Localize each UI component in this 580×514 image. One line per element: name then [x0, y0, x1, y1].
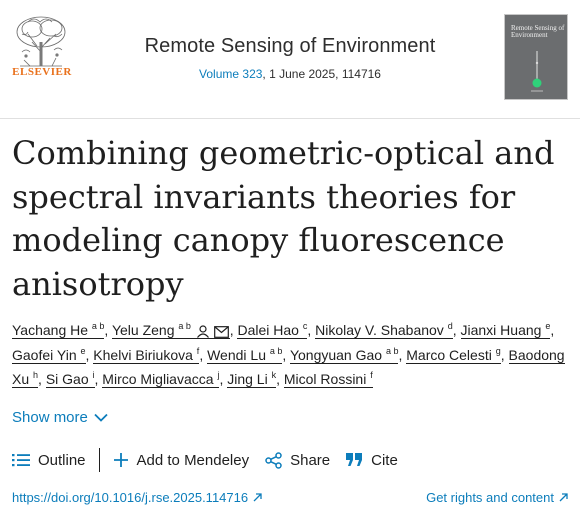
- external-link-icon: [559, 493, 568, 502]
- author-link[interactable]: Marco Celesti g: [406, 347, 501, 365]
- author-link[interactable]: Yachang He a b: [12, 322, 105, 339]
- show-more-button[interactable]: Show more: [12, 409, 108, 426]
- rights-and-content-link[interactable]: Get rights and content: [426, 490, 568, 505]
- volume-link[interactable]: Volume 323: [199, 67, 262, 81]
- journal-issue-info: Volume 323, 1 June 2025, 114716: [0, 67, 580, 81]
- rights-text: Get rights and content: [426, 490, 554, 505]
- article-title: Combining geometric-optical and spectral…: [12, 134, 555, 303]
- quote-icon: [346, 453, 363, 466]
- chevron-down-icon: [94, 413, 108, 422]
- cover-title: Remote Sensing of Environment: [511, 24, 565, 39]
- author-link[interactable]: Wendi Lu a b: [207, 347, 283, 365]
- cite-button[interactable]: Cite: [346, 452, 398, 469]
- outline-button[interactable]: Outline: [12, 452, 86, 469]
- author-link[interactable]: Yelu Zeng a b: [111, 322, 230, 339]
- plus-icon: [113, 453, 128, 467]
- author-link[interactable]: Dalei Hao c: [237, 322, 308, 339]
- author-link[interactable]: Si Gao i: [45, 371, 95, 389]
- share-icon: [265, 451, 282, 469]
- add-to-mendeley-button[interactable]: Add to Mendeley: [113, 451, 250, 469]
- toolbar-divider: [98, 448, 100, 472]
- cite-label: Cite: [371, 451, 398, 469]
- person-icon: [196, 325, 209, 339]
- list-icon: [12, 454, 30, 467]
- author-link[interactable]: Khelvi Biriukova f: [93, 347, 200, 365]
- author-list: Yachang He a b, Yelu Zeng a b , Dalei Ha…: [12, 321, 565, 389]
- journal-cover-thumbnail[interactable]: Remote Sensing of Environment: [504, 14, 568, 100]
- outline-label: Outline: [38, 451, 86, 469]
- corresponding-author-icons: [196, 319, 229, 343]
- envelope-icon: [213, 326, 229, 339]
- mendeley-label: Add to Mendeley: [136, 451, 250, 469]
- journal-title[interactable]: Remote Sensing of Environment: [0, 35, 580, 58]
- journal-header: ELSEVIER Remote Sensing of Environment V…: [0, 0, 580, 112]
- show-more-label: Show more: [12, 409, 88, 426]
- author-link[interactable]: Yongyuan Gao a b: [289, 347, 399, 365]
- external-link-icon: [253, 493, 262, 502]
- share-button[interactable]: Share: [265, 452, 330, 469]
- cover-art: [531, 51, 543, 92]
- article-toolbar: Outline Add to Mendeley Share Cite: [12, 448, 398, 472]
- author-link[interactable]: Gaofei Yin e: [12, 347, 86, 365]
- author-link[interactable]: Micol Rossini f: [283, 371, 373, 389]
- share-label: Share: [290, 451, 331, 469]
- author-link[interactable]: Jing Li k: [227, 371, 277, 389]
- author-link[interactable]: Nikolay V. Shabanov d: [315, 322, 453, 339]
- doi-text: https://doi.org/10.1016/j.rse.2025.11471…: [12, 490, 249, 505]
- header-divider: [0, 118, 580, 119]
- doi-link[interactable]: https://doi.org/10.1016/j.rse.2025.11471…: [12, 490, 262, 505]
- issue-details: , 1 June 2025, 114716: [262, 67, 381, 81]
- author-link[interactable]: Mirco Migliavacca j: [102, 371, 220, 389]
- author-link[interactable]: Jianxi Huang e: [460, 322, 551, 339]
